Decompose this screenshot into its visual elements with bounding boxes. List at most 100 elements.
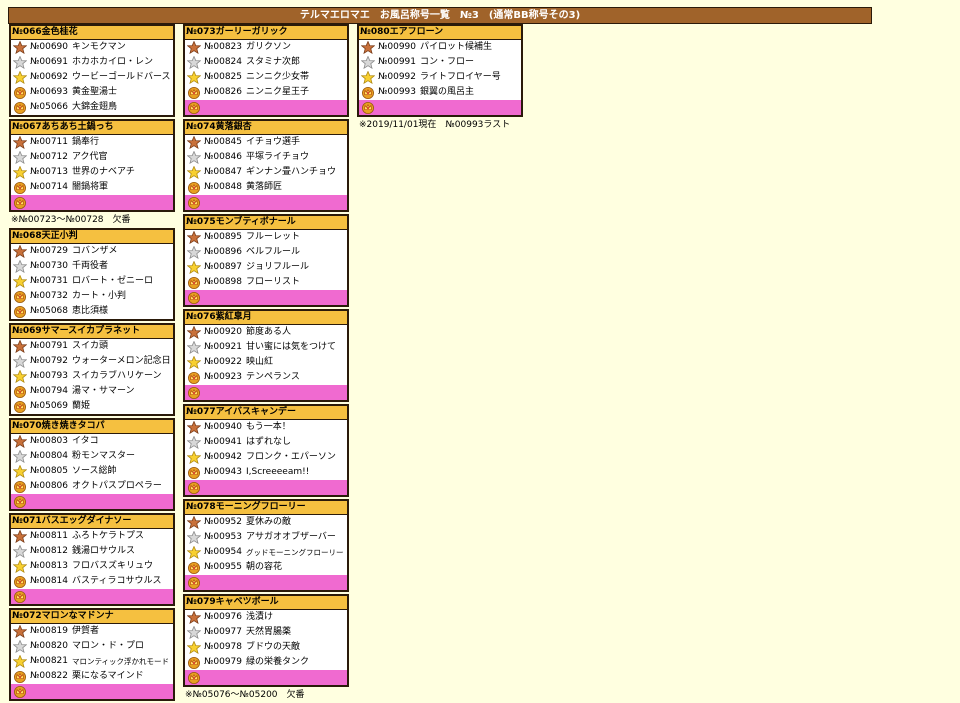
silver-star-icon xyxy=(187,246,201,259)
title-number: №00712 xyxy=(30,152,68,162)
title-row: №00976 浅漬け xyxy=(185,610,347,625)
title-name: スイカ頭 xyxy=(72,341,109,351)
silver-star-icon xyxy=(187,56,201,69)
crown-badge-icon xyxy=(187,481,201,494)
empty-slot-row xyxy=(185,195,347,210)
title-name: 蘭姫 xyxy=(72,401,91,411)
title-number: №00955 xyxy=(204,562,242,572)
title-row: №00923 テンペランス xyxy=(185,370,347,385)
title-name: ベルフルール xyxy=(246,247,301,257)
title-name: ニンニク星王子 xyxy=(246,87,310,97)
gold-star-icon xyxy=(187,166,201,179)
title-row: №00730 千両役者 xyxy=(11,259,173,274)
title-name: 恵比須様 xyxy=(72,306,109,316)
crown-badge-icon xyxy=(13,685,27,698)
title-name: ギンナン畳ハンチョウ xyxy=(246,167,337,177)
title-row: №00793 スイカラブハリケーン xyxy=(11,369,173,384)
title-row: №00729 コバンザメ xyxy=(11,244,173,259)
title-group: №077アイバスキャンデー №00940 もう一本！ №00941 はずれなし №0094… xyxy=(183,404,349,497)
crown-badge-icon xyxy=(187,196,201,209)
title-number: №00923 xyxy=(204,372,242,382)
empty-slot-row xyxy=(185,290,347,305)
column-2: №073ガーリーガリック №00823 ガリクソン №00824 スタミナ次郎 №0082… xyxy=(183,24,349,703)
crown-badge-icon xyxy=(13,181,27,194)
title-group: №067あちあち土鍋っち №00711 鍋奉行 №00712 アク代官 №00713 世界の… xyxy=(9,119,175,212)
title-number: №05068 xyxy=(30,306,68,316)
title-row: №00825 ニンニク少女帯 xyxy=(185,70,347,85)
title-number: №00896 xyxy=(204,247,242,257)
title-number: №00990 xyxy=(378,42,416,52)
title-row: №00826 ニンニク星王子 xyxy=(185,85,347,100)
empty-slot-row xyxy=(359,100,521,115)
title-number: №00846 xyxy=(204,152,242,162)
crown-badge-icon xyxy=(187,101,201,114)
crown-badge-icon xyxy=(187,291,201,304)
title-number: №00814 xyxy=(30,576,68,586)
crown-badge-icon xyxy=(13,480,27,493)
title-row: №00731 ロバート・ゼニーロ xyxy=(11,274,173,289)
title-name: アサガオオブザーバー xyxy=(246,532,336,542)
title-number: №00979 xyxy=(204,657,242,667)
crown-badge-icon xyxy=(187,576,201,589)
silver-star-icon xyxy=(13,355,27,368)
gold-star-icon xyxy=(187,451,201,464)
title-name: イタコ xyxy=(72,436,99,446)
title-number: №00978 xyxy=(204,642,242,652)
gold-star-icon xyxy=(361,71,375,84)
silver-star-icon xyxy=(361,56,375,69)
footnote: ※№00723～№00728 欠番 xyxy=(11,215,131,225)
title-name: 天然胃腸薬 xyxy=(246,627,292,637)
title-row: №00920 節度ある人 xyxy=(185,325,347,340)
title-number: №00729 xyxy=(30,246,68,256)
title-row: №00819 伊賀者 xyxy=(11,624,173,639)
title-name: マロン・ド・プロ xyxy=(72,641,145,651)
title-number: №00845 xyxy=(204,137,242,147)
title-row: №00895 フルーレット xyxy=(185,230,347,245)
title-group: №076紫紅皐月 №00920 節度ある人 №00921 甘い蜜には気をつけて №0092… xyxy=(183,309,349,402)
title-name: フロンク・エパーソン xyxy=(246,452,336,462)
title-number: №00730 xyxy=(30,261,68,271)
empty-slot-row xyxy=(185,100,347,115)
title-group: №071バスエッグダイナソー №00811 ふろトケラトプス №00812 銭湯ロサウル… xyxy=(9,513,175,606)
crown-badge-icon xyxy=(13,305,27,318)
title-row: №00714 闇鍋将軍 xyxy=(11,180,173,195)
group-title: №070焼き焼きタコパ xyxy=(11,420,173,434)
title-number: №00824 xyxy=(204,57,242,67)
title-row: №00847 ギンナン畳ハンチョウ xyxy=(185,165,347,180)
column-3: №080エアフローン №00990 パイロット候補生 №00991 コン・フロー №009… xyxy=(357,24,523,133)
title-name: I,Screeeeam!! xyxy=(246,467,310,477)
title-row: №00805 ソース総帥 xyxy=(11,464,173,479)
gold-star-icon xyxy=(13,71,27,84)
title-row: №00821 マロンティック浮かれモード xyxy=(11,654,173,669)
title-name: アク代官 xyxy=(72,152,108,162)
title-row: №00711 鍋奉行 xyxy=(11,135,173,150)
title-name: テンペランス xyxy=(246,372,300,382)
title-name: フローリスト xyxy=(246,277,301,287)
title-name: 朝の容花 xyxy=(246,562,283,572)
title-row: №00804 粉モンマスター xyxy=(11,449,173,464)
title-row: №00845 イチョウ選手 xyxy=(185,135,347,150)
title-row: №00794 湯マ・サマーン xyxy=(11,384,173,399)
title-row: №00990 パイロット候補生 xyxy=(359,40,521,55)
title-row: №00898 フローリスト xyxy=(185,275,347,290)
bronze-star-icon xyxy=(13,245,27,258)
title-name: 伊賀者 xyxy=(72,626,100,636)
bronze-star-icon xyxy=(13,625,27,638)
title-number: №00711 xyxy=(30,137,68,147)
title-name: オクトパスプロペラー xyxy=(72,481,162,491)
group-title: №076紫紅皐月 xyxy=(185,311,347,325)
crown-badge-icon xyxy=(187,371,201,384)
crown-badge-icon xyxy=(13,670,27,683)
title-row: №00993 銀翼の風呂主 xyxy=(359,85,521,100)
title-row: №00712 アク代官 xyxy=(11,150,173,165)
gold-star-icon xyxy=(187,71,201,84)
title-row: №00823 ガリクソン xyxy=(185,40,347,55)
title-name: 黄金聖湯士 xyxy=(72,87,118,97)
silver-star-icon xyxy=(13,260,27,273)
crown-badge-icon xyxy=(361,86,375,99)
bronze-star-icon xyxy=(187,326,201,339)
empty-slot-row xyxy=(11,494,173,509)
group-title: №071バスエッグダイナソー xyxy=(11,515,173,529)
bronze-star-icon xyxy=(13,435,27,448)
title-number: №00811 xyxy=(30,531,68,541)
